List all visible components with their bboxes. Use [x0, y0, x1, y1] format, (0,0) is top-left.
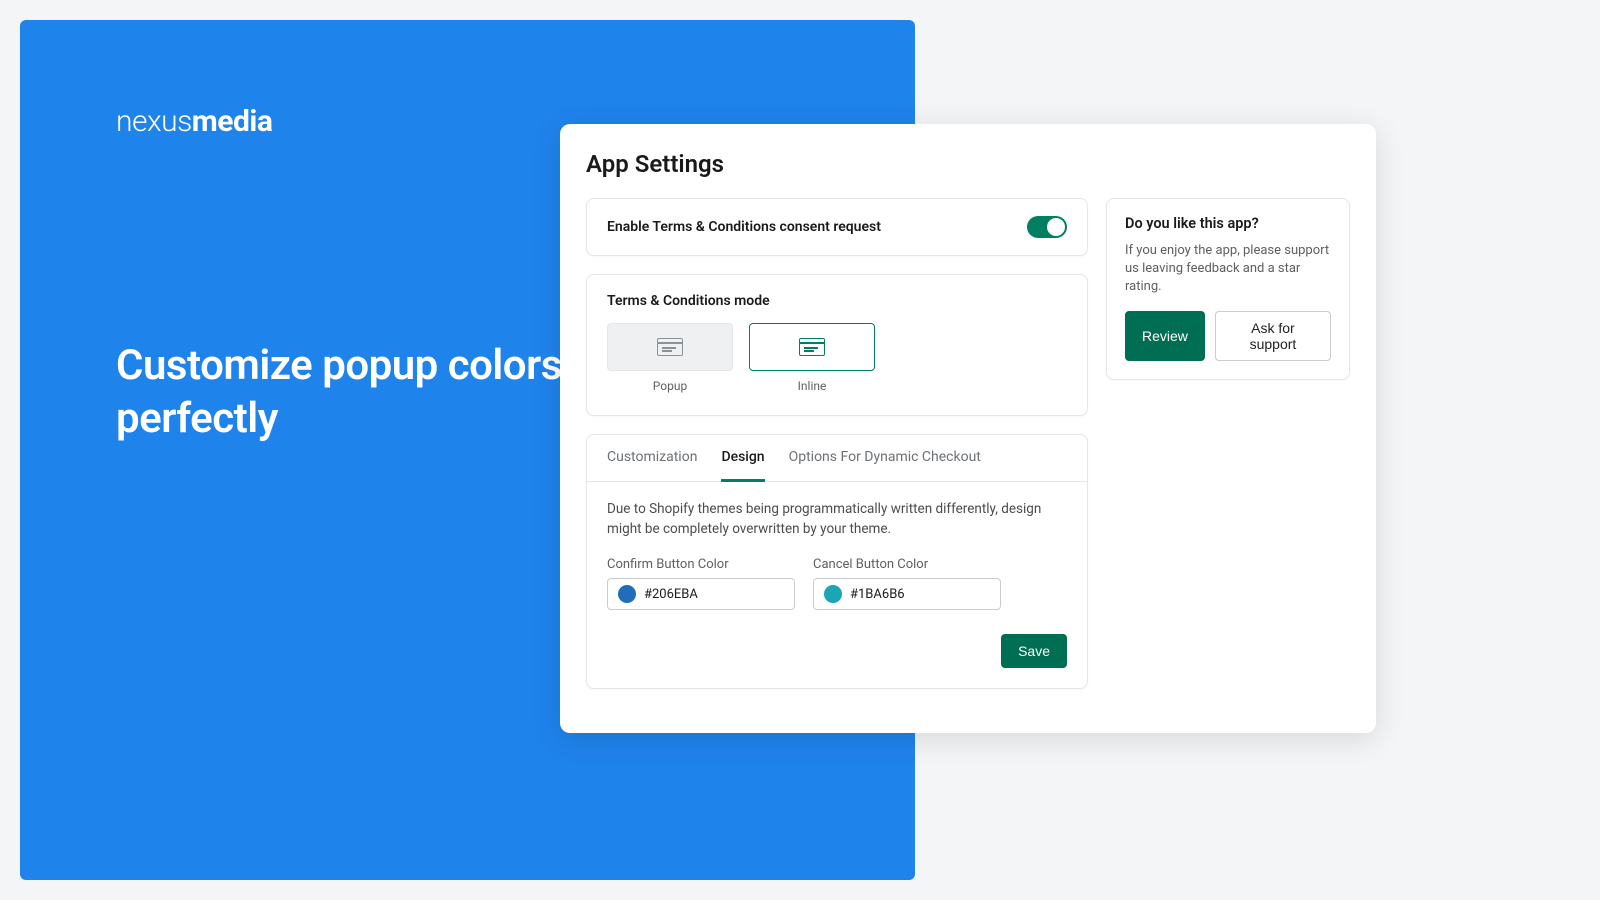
enable-panel: Enable Terms & Conditions consent reques…: [586, 198, 1088, 256]
tab-options-dynamic-checkout[interactable]: Options For Dynamic Checkout: [789, 435, 981, 482]
review-title: Do you like this app?: [1125, 215, 1331, 232]
tab-design[interactable]: Design: [721, 435, 764, 482]
review-text: If you enjoy the app, please support us …: [1125, 242, 1331, 297]
tab-customization[interactable]: Customization: [607, 435, 697, 482]
mode-option-popup[interactable]: Popup: [607, 323, 733, 393]
window-icon: [749, 323, 875, 371]
design-panel: Customization Design Options For Dynamic…: [586, 434, 1088, 689]
confirm-color-input[interactable]: #206EBA: [607, 578, 795, 610]
settings-card: App Settings Enable Terms & Conditions c…: [560, 124, 1376, 733]
color-swatch-icon: [824, 585, 842, 603]
mode-panel: Terms & Conditions mode Popup Inline: [586, 274, 1088, 416]
tabs: Customization Design Options For Dynamic…: [587, 435, 1087, 482]
brand-logo: nexusmedia: [116, 104, 272, 139]
mode-option-label: Inline: [749, 379, 875, 393]
cancel-color-input[interactable]: #1BA6B6: [813, 578, 1001, 610]
page-title: App Settings: [586, 150, 1350, 178]
brand-part2: media: [192, 104, 273, 139]
review-panel: Do you like this app? If you enjoy the a…: [1106, 198, 1350, 380]
brand-part1: nexus: [116, 104, 192, 139]
enable-consent-toggle[interactable]: [1027, 216, 1067, 238]
enable-consent-label: Enable Terms & Conditions consent reques…: [607, 219, 881, 235]
design-note: Due to Shopify themes being programmatic…: [607, 500, 1067, 539]
ask-support-button[interactable]: Ask for support: [1215, 311, 1331, 361]
review-button[interactable]: Review: [1125, 311, 1205, 361]
mode-option-label: Popup: [607, 379, 733, 393]
confirm-color-label: Confirm Button Color: [607, 557, 795, 572]
mode-title: Terms & Conditions mode: [607, 293, 1067, 309]
window-icon: [607, 323, 733, 371]
save-button[interactable]: Save: [1001, 634, 1067, 668]
cancel-color-value: #1BA6B6: [850, 587, 905, 602]
mode-option-inline[interactable]: Inline: [749, 323, 875, 393]
cancel-color-label: Cancel Button Color: [813, 557, 1001, 572]
color-swatch-icon: [618, 585, 636, 603]
confirm-color-value: #206EBA: [644, 587, 698, 602]
